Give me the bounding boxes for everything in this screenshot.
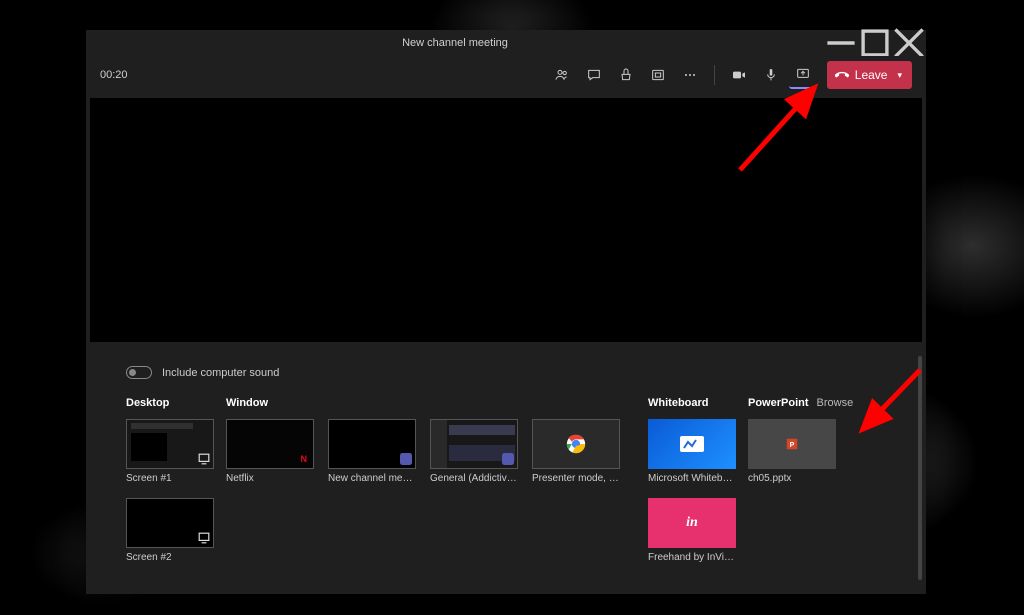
thumb-general[interactable]: General (AddictiveTips - ... <box>430 419 518 484</box>
thumb-screen2[interactable]: Screen #2 <box>126 498 214 563</box>
netflix-n-icon: N <box>301 454 308 464</box>
share-screen-icon[interactable] <box>789 61 817 89</box>
chevron-down-icon: ▾ <box>897 70 902 81</box>
thumb-label: Freehand by InVision <box>648 552 736 563</box>
video-stage <box>90 98 922 342</box>
maximize-button[interactable] <box>858 30 892 56</box>
include-sound-toggle[interactable] <box>126 366 152 379</box>
titlebar: New channel meeting <box>86 30 926 56</box>
invision-icon: in <box>686 515 698 531</box>
whiteboard-icon <box>678 434 706 454</box>
more-actions-icon[interactable] <box>676 61 704 89</box>
powerpoint-header: PowerPointBrowse <box>748 397 878 411</box>
share-grid: Desktop Screen #1 Screen #2 <box>106 397 906 563</box>
share-scrollbar[interactable] <box>918 356 922 580</box>
whiteboard-header: Whiteboard <box>648 397 736 411</box>
reactions-icon[interactable] <box>612 61 640 89</box>
desktop-column: Desktop Screen #1 Screen #2 <box>126 397 214 563</box>
toolbar-divider <box>714 65 715 85</box>
thumb-freehand[interactable]: in Freehand by InVision <box>648 498 736 563</box>
close-button[interactable] <box>892 30 926 56</box>
thumb-label: ch05.pptx <box>748 473 836 484</box>
participants-icon[interactable] <box>548 61 576 89</box>
teams-badge-icon <box>502 453 514 465</box>
thumb-label: Screen #1 <box>126 473 214 484</box>
thumb-label: General (AddictiveTips - ... <box>430 473 518 484</box>
meeting-toolbar: 00:20 Leave ▾ <box>86 56 926 94</box>
thumb-screen1[interactable]: Screen #1 <box>126 419 214 484</box>
include-sound-label: Include computer sound <box>162 367 279 379</box>
chat-icon[interactable] <box>580 61 608 89</box>
teams-badge-icon <box>400 453 412 465</box>
thumb-ms-whiteboard[interactable]: Microsoft Whiteboard <box>648 419 736 484</box>
desktop-header: Desktop <box>126 397 214 411</box>
thumb-label: Netflix <box>226 473 314 484</box>
window-controls <box>824 30 926 56</box>
include-sound-row: Include computer sound <box>126 366 906 379</box>
whiteboard-column: Whiteboard Microsoft Whiteboard in Freeh… <box>648 397 736 563</box>
microphone-icon[interactable] <box>757 61 785 89</box>
thumb-label: Presenter mode, notes a... <box>532 473 620 484</box>
rooms-icon[interactable] <box>644 61 672 89</box>
minimize-button[interactable] <box>824 30 858 56</box>
leave-label: Leave <box>855 68 888 82</box>
window-header: Window <box>226 397 620 411</box>
meeting-timer: 00:20 <box>100 69 128 81</box>
powerpoint-file-icon: P <box>785 437 799 451</box>
thumb-label: Microsoft Whiteboard <box>648 473 736 484</box>
chrome-icon <box>565 433 587 455</box>
thumb-label: Screen #2 <box>126 552 214 563</box>
browse-link[interactable]: Browse <box>817 397 854 409</box>
window-column: Window N Netflix New channel meeting | .… <box>226 397 620 484</box>
share-tray: Include computer sound Desktop Screen #1 <box>86 342 926 594</box>
thumb-ppt[interactable]: P ch05.pptx <box>748 419 836 484</box>
svg-text:P: P <box>790 442 795 449</box>
monitor-badge-icon <box>198 453 210 465</box>
leave-button[interactable]: Leave ▾ <box>827 61 912 89</box>
thumb-presenter[interactable]: Presenter mode, notes a... <box>532 419 620 484</box>
teams-meeting-window: New channel meeting 00:20 <box>86 30 926 594</box>
monitor-badge-icon <box>198 532 210 544</box>
window-title: New channel meeting <box>86 37 824 49</box>
powerpoint-column: PowerPointBrowse P ch05.pptx <box>748 397 878 484</box>
thumb-netflix[interactable]: N Netflix <box>226 419 314 484</box>
thumb-label: New channel meeting | ... <box>328 473 416 484</box>
camera-icon[interactable] <box>725 61 753 89</box>
thumb-new-channel[interactable]: New channel meeting | ... <box>328 419 416 484</box>
